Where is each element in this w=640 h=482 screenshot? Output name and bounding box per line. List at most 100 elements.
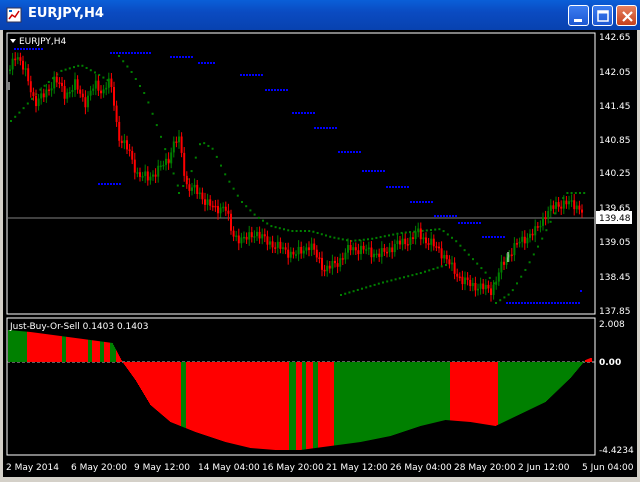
candle-body <box>315 249 318 258</box>
histogram-bar <box>306 362 308 450</box>
trail-dot <box>451 236 453 239</box>
level-dot <box>119 183 121 185</box>
histogram-bar <box>513 362 515 418</box>
indicator-axis: 2.008 0.00 -4.4234 <box>599 320 634 456</box>
trail-dot <box>348 291 351 294</box>
trail-dot <box>199 143 201 146</box>
histogram-bar <box>161 362 163 415</box>
level-dot <box>17 48 19 50</box>
candle-body <box>365 249 368 251</box>
trail-dot <box>207 144 210 147</box>
trail-dot <box>291 230 294 232</box>
histogram-bar <box>416 362 418 428</box>
histogram-bar <box>36 332 38 362</box>
candle-body <box>339 258 342 267</box>
candle-body <box>300 246 303 254</box>
histogram-bar <box>265 362 267 450</box>
histogram-bar <box>464 362 466 422</box>
histogram-bar <box>484 362 486 425</box>
histogram-bar <box>419 362 421 427</box>
histogram-bar <box>417 362 419 427</box>
candle-body <box>500 261 503 273</box>
trail-dot <box>126 65 129 68</box>
histogram-bar <box>142 362 144 392</box>
histogram-bar <box>121 360 123 362</box>
histogram-bar <box>344 362 346 445</box>
histogram-bar <box>494 362 496 426</box>
trail-dot <box>130 71 133 73</box>
candle-body <box>139 172 141 177</box>
candle-body <box>497 272 500 282</box>
histogram-bar <box>535 362 537 407</box>
trail-dot <box>287 229 290 232</box>
candle-body <box>284 247 287 250</box>
trail-dot <box>583 192 586 194</box>
histogram-bar <box>11 330 13 362</box>
histogram-bar <box>423 362 425 426</box>
maximize-button[interactable] <box>592 5 613 26</box>
level-dot <box>392 186 394 188</box>
histogram-bar <box>21 331 23 362</box>
histogram-bar <box>244 362 246 447</box>
trail-dot <box>516 282 518 285</box>
chart-menu-icon[interactable] <box>10 39 16 43</box>
candle-body <box>128 149 131 151</box>
trail-dot <box>118 55 120 57</box>
candle-body <box>469 279 472 287</box>
trail-dot <box>73 66 75 69</box>
candle-body <box>453 262 456 274</box>
histogram-bar <box>433 362 435 423</box>
histogram-bar <box>157 362 159 411</box>
histogram-bar <box>351 362 353 444</box>
level-dot <box>353 151 355 153</box>
histogram-bar <box>429 362 431 424</box>
histogram-bar <box>124 362 126 365</box>
trail-dot <box>455 240 458 243</box>
histogram-bar <box>440 362 442 422</box>
histogram-bar <box>241 362 243 446</box>
histogram-bar <box>174 362 176 424</box>
histogram-bar <box>521 362 523 414</box>
histogram-bar <box>292 362 294 450</box>
title-bar[interactable]: EURJPY,H4 <box>0 0 640 30</box>
candle-body <box>560 206 563 209</box>
candle-body <box>118 121 121 141</box>
histogram-bar <box>559 362 561 389</box>
level-dot <box>113 52 115 54</box>
candle-body <box>92 88 95 91</box>
histogram-bar <box>520 362 522 414</box>
histogram-bar <box>507 362 509 421</box>
level-dot <box>371 170 373 172</box>
trail-dot <box>211 147 214 150</box>
level-dot <box>271 89 273 91</box>
minimize-button[interactable] <box>568 5 589 26</box>
histogram-bar <box>149 362 151 404</box>
close-button[interactable] <box>616 5 637 26</box>
histogram-bar <box>183 362 185 428</box>
price-tick: 138.45 <box>599 273 631 283</box>
candle-body <box>40 93 43 99</box>
histogram-bar <box>460 362 462 422</box>
histogram-bar <box>189 362 191 430</box>
candle-body <box>323 269 326 272</box>
level-dot <box>560 302 562 304</box>
level-dot <box>554 302 556 304</box>
histogram-bar <box>199 362 201 434</box>
chart-canvas[interactable]: EURJPY,H4 Just-Buy-Or-Sell 0.1403 0.1403… <box>3 30 637 477</box>
level-dot <box>146 52 148 54</box>
histogram-bar <box>577 362 579 370</box>
trail-dot <box>532 253 535 256</box>
trail-dot <box>488 276 491 279</box>
candle-body <box>29 81 32 93</box>
histogram-bar <box>330 362 332 446</box>
histogram-bar <box>404 362 406 432</box>
histogram-bar <box>60 336 62 362</box>
histogram-bar <box>24 331 26 362</box>
candle-body <box>141 176 144 178</box>
histogram-bar <box>431 362 433 424</box>
histogram-bar <box>355 362 357 443</box>
histogram-bar <box>177 362 179 425</box>
level-dot <box>536 302 538 304</box>
level-dot <box>261 74 263 76</box>
histogram-bar <box>331 362 333 446</box>
